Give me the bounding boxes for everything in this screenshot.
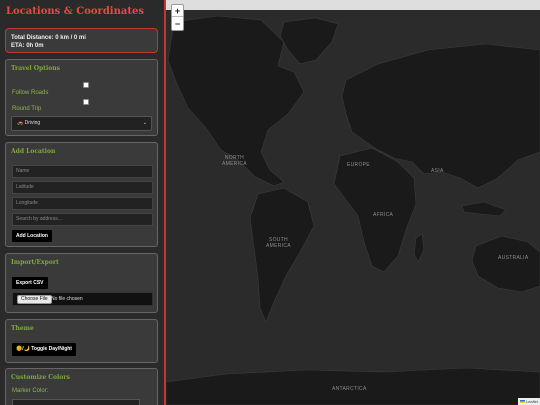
longitude-input[interactable]: Longitude (12, 197, 153, 210)
label-africa: AFRICA (373, 212, 394, 218)
marker-color-picker[interactable] (12, 399, 140, 405)
australia-landmass (471, 235, 540, 293)
address-search-input[interactable]: Search by address... (12, 213, 153, 226)
export-csv-button[interactable]: Export CSV (12, 277, 48, 289)
map-tiles (166, 15, 540, 405)
add-location-panel: Add Location Name Latitude Longitude Sea… (5, 142, 158, 247)
file-input[interactable]: Choose File No file chosen (12, 292, 153, 306)
theme-panel: Theme 🌞/🌙 Toggle Day/Night (5, 319, 158, 363)
marker-color-label: Marker Color: (12, 388, 49, 394)
round-trip-checkbox[interactable] (83, 99, 89, 105)
name-input[interactable]: Name (12, 165, 153, 178)
follow-roads-checkbox[interactable] (83, 82, 89, 88)
map-attribution[interactable]: Leaflet (517, 398, 540, 405)
label-australia: AUSTRALIA (498, 255, 529, 261)
add-location-title: Add Location (11, 148, 56, 155)
zoom-control: + − (171, 4, 184, 31)
greenland-landmass (279, 17, 339, 65)
theme-title: Theme (11, 325, 34, 332)
map-top-bar (166, 0, 540, 10)
travel-options-title: Travel Options (11, 65, 60, 72)
travel-mode-value: 🚗 Driving (17, 120, 41, 126)
travel-options-panel: Travel Options Follow Roads Round Trip 🚗… (5, 59, 158, 136)
label-antarctica: ANTARCTICA (332, 386, 367, 392)
zoom-out-button[interactable]: − (172, 18, 183, 30)
attribution-text: Leaflet (525, 399, 538, 404)
customize-colors-title: Customize Colors (11, 374, 70, 381)
sidebar: Locations & Coordinates Total Distance: … (0, 0, 166, 405)
import-export-title: Import/Export (11, 259, 59, 266)
travel-mode-select[interactable]: 🚗 Driving ⌄ (11, 116, 152, 131)
south-america-landmass (249, 187, 315, 323)
ukraine-flag-icon (519, 400, 525, 403)
round-trip-label: Round Trip (12, 106, 42, 112)
chevron-down-icon: ⌄ (142, 120, 147, 126)
latitude-input[interactable]: Latitude (12, 181, 153, 194)
choose-file-button[interactable]: Choose File (17, 295, 52, 304)
zoom-in-button[interactable]: + (172, 5, 183, 17)
madagascar-landmass (413, 233, 425, 263)
follow-roads-label: Follow Roads (12, 90, 49, 96)
app-title: Locations & Coordinates (6, 6, 144, 17)
world-map[interactable]: NORTH AMERICA EUROPE ASIA AFRICA SOUTH AME… (166, 0, 540, 405)
distance-summary: Total Distance: 0 km / 0 mi ETA: 0h 0m (5, 28, 158, 53)
indonesia-landmass (461, 201, 507, 217)
customize-colors-panel: Customize Colors Marker Color: (5, 368, 158, 405)
add-location-button[interactable]: Add Location (12, 230, 52, 242)
eta: ETA: 0h 0m (11, 43, 44, 49)
total-distance: Total Distance: 0 km / 0 mi (11, 35, 86, 41)
import-export-panel: Import/Export Export CSV Choose File No … (5, 253, 158, 313)
file-status: No file chosen (51, 296, 83, 302)
label-south-america: SOUTH AMERICA (266, 237, 291, 249)
toggle-day-night-button[interactable]: 🌞/🌙 Toggle Day/Night (12, 343, 76, 356)
label-north-america: NORTH AMERICA (222, 155, 247, 167)
label-europe: EUROPE (347, 162, 370, 168)
label-asia: ASIA (431, 168, 444, 174)
